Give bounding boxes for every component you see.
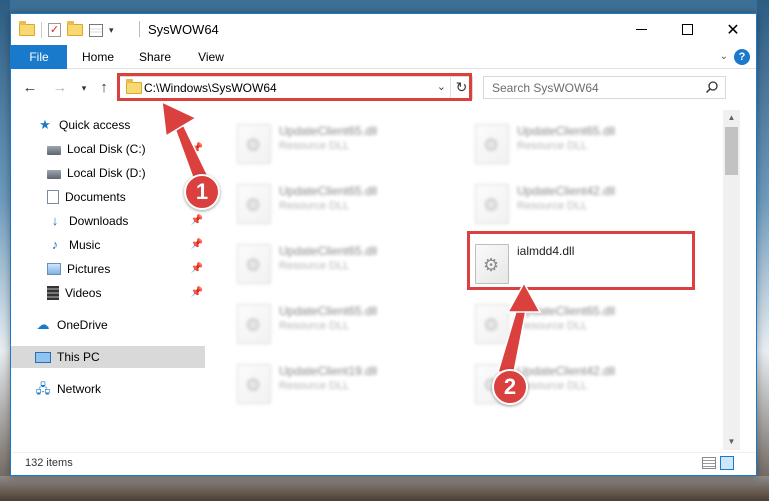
annotation-arrows (161, 100, 542, 373)
step-2-callout: 2 (492, 369, 528, 405)
arrow-1 (161, 100, 211, 179)
step-1-callout: 1 (184, 174, 220, 210)
arrow-2 (496, 281, 542, 373)
